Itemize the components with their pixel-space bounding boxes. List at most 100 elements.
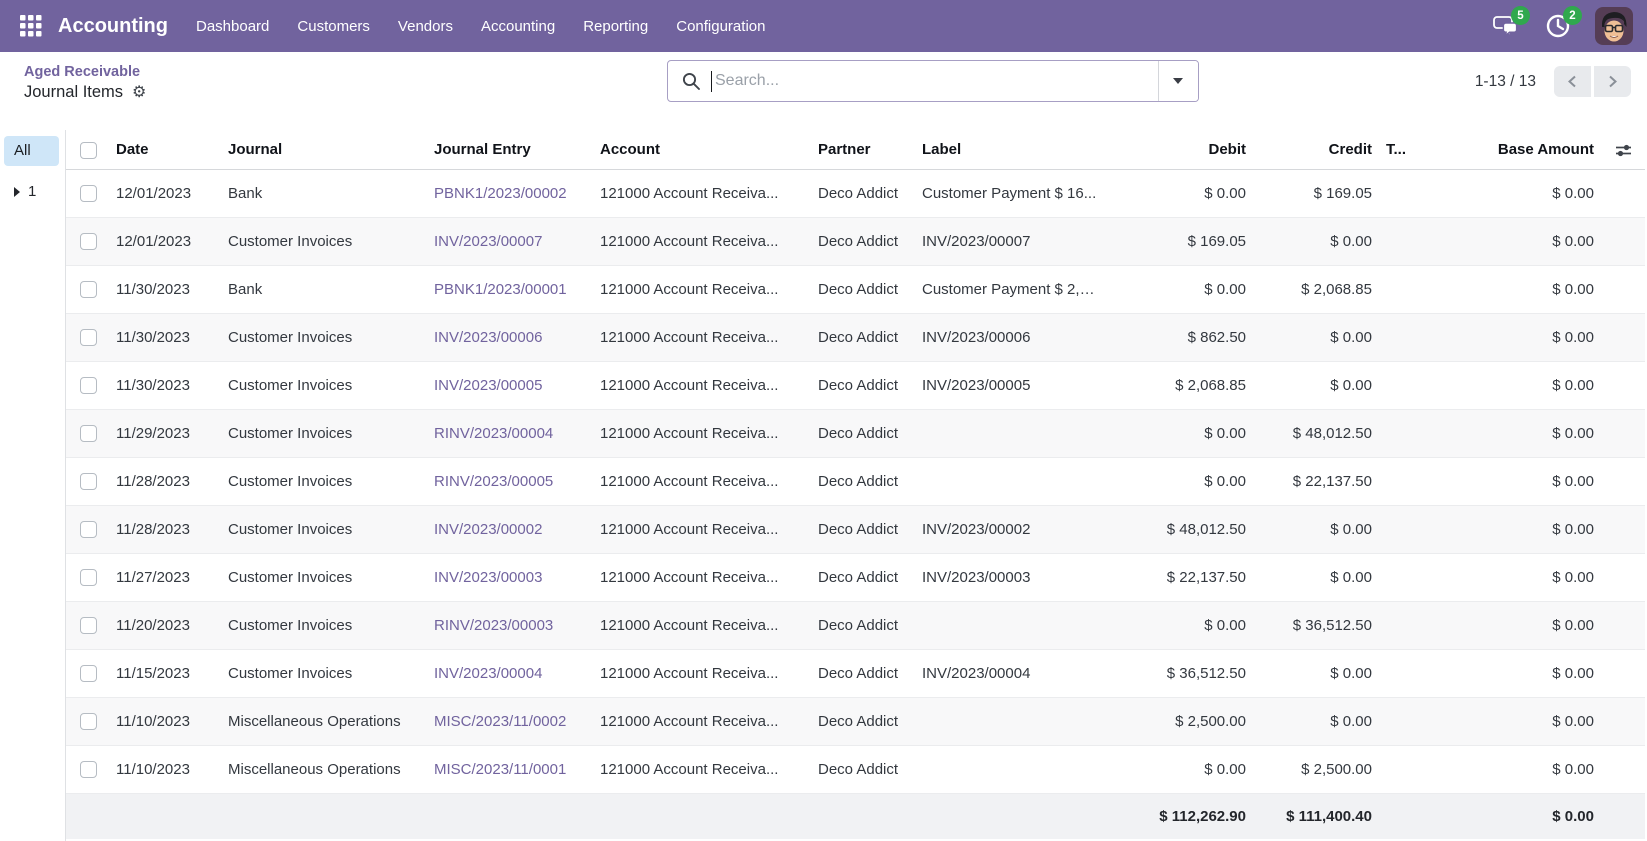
row-checkbox[interactable] [80,665,97,682]
filter-all[interactable]: All [4,136,59,166]
journal-item-row[interactable]: 11/30/2023 Bank PBNK1/2023/00001 121000 … [66,265,1645,313]
cell-tax [1380,505,1450,553]
journal-entry-link[interactable]: PBNK1/2023/00002 [434,185,567,202]
cell-journal: Customer Invoices [222,361,428,409]
cell-journal: Bank [222,169,428,217]
journal-entry-link[interactable]: INV/2023/00003 [434,569,542,586]
journal-item-row[interactable]: 11/20/2023 Customer Invoices RINV/2023/0… [66,601,1645,649]
journal-entry-link[interactable]: INV/2023/00004 [434,665,542,682]
cell-base-amount: $ 0.00 [1450,409,1602,457]
group-sidebar: All 1 [0,130,66,841]
group-toggle[interactable]: 1 [14,183,61,200]
total-debit: $ 112,262.90 [1104,793,1254,839]
cell-date: 11/29/2023 [110,409,222,457]
cell-credit: $ 0.00 [1254,361,1380,409]
journal-item-row[interactable]: 11/27/2023 Customer Invoices INV/2023/00… [66,553,1645,601]
column-header-account[interactable]: Account [594,130,812,169]
optional-columns-icon[interactable] [1615,142,1632,159]
nav-item-reporting[interactable]: Reporting [583,18,648,35]
cell-date: 11/20/2023 [110,601,222,649]
row-checkbox[interactable] [80,377,97,394]
cell-tax [1380,553,1450,601]
cell-base-amount: $ 0.00 [1450,553,1602,601]
journal-entry-link[interactable]: RINV/2023/00003 [434,617,553,634]
journal-entry-link[interactable]: RINV/2023/00004 [434,425,553,442]
nav-item-customers[interactable]: Customers [297,18,370,35]
column-header-base-amount[interactable]: Base Amount [1450,130,1602,169]
row-checkbox[interactable] [80,185,97,202]
nav-item-configuration[interactable]: Configuration [676,18,765,35]
cell-account: 121000 Account Receiva... [594,457,812,505]
journal-entry-link[interactable]: INV/2023/00007 [434,233,542,250]
journal-entry-link[interactable]: RINV/2023/00005 [434,473,553,490]
pager-previous-button[interactable] [1554,66,1591,97]
cell-credit: $ 0.00 [1254,505,1380,553]
journal-item-row[interactable]: 11/28/2023 Customer Invoices RINV/2023/0… [66,457,1645,505]
row-checkbox[interactable] [80,425,97,442]
journal-item-row[interactable]: 11/30/2023 Customer Invoices INV/2023/00… [66,361,1645,409]
row-checkbox[interactable] [80,617,97,634]
cell-journal: Customer Invoices [222,553,428,601]
nav-item-accounting[interactable]: Accounting [481,18,555,35]
control-panel: Aged Receivable Journal Items ⚙ [0,52,1647,116]
row-checkbox[interactable] [80,329,97,346]
journal-entry-link[interactable]: MISC/2023/11/0001 [434,761,566,778]
breadcrumb-parent-link[interactable]: Aged Receivable [24,64,140,80]
journal-item-row[interactable]: 12/01/2023 Customer Invoices INV/2023/00… [66,217,1645,265]
journal-entry-link[interactable]: INV/2023/00006 [434,329,542,346]
cell-partner: Deco Addict [812,265,916,313]
apps-menu-button[interactable] [14,9,48,43]
cell-partner: Deco Addict [812,745,916,793]
journal-item-row[interactable]: 11/10/2023 Miscellaneous Operations MISC… [66,697,1645,745]
row-checkbox[interactable] [80,521,97,538]
messages-button[interactable]: 5 [1491,11,1521,41]
row-checkbox[interactable] [80,233,97,250]
row-checkbox[interactable] [80,569,97,586]
cell-label [916,745,1104,793]
journal-item-row[interactable]: 11/10/2023 Miscellaneous Operations MISC… [66,745,1645,793]
column-header-date[interactable]: Date [110,130,222,169]
search-dropdown-toggle[interactable] [1158,61,1198,101]
column-header-tax-truncated[interactable]: T... [1380,130,1450,169]
nav-item-dashboard[interactable]: Dashboard [196,18,269,35]
cell-journal-entry: INV/2023/00005 [428,361,594,409]
journal-item-row[interactable]: 12/01/2023 Bank PBNK1/2023/00002 121000 … [66,169,1645,217]
search-input[interactable] [712,72,1158,90]
cell-debit: $ 0.00 [1104,457,1254,505]
column-header-credit[interactable]: Credit [1254,130,1380,169]
app-name[interactable]: Accounting [58,15,168,38]
select-all-checkbox[interactable] [80,142,97,159]
row-checkbox[interactable] [80,473,97,490]
odoo-accounting-screen: Accounting Dashboard Customers Vendors A… [0,0,1647,841]
cell-account: 121000 Account Receiva... [594,313,812,361]
journal-entry-link[interactable]: INV/2023/00002 [434,521,542,538]
cell-credit: $ 22,137.50 [1254,457,1380,505]
activities-button[interactable]: 2 [1543,11,1573,41]
nav-item-vendors[interactable]: Vendors [398,18,453,35]
cell-label: INV/2023/00003 [916,553,1104,601]
row-checkbox[interactable] [80,281,97,298]
column-header-journal-entry[interactable]: Journal Entry [428,130,594,169]
cell-label: INV/2023/00007 [916,217,1104,265]
journal-entry-link[interactable]: INV/2023/00005 [434,377,542,394]
column-header-debit[interactable]: Debit [1104,130,1254,169]
journal-entry-link[interactable]: MISC/2023/11/0002 [434,713,566,730]
user-avatar[interactable] [1595,7,1633,45]
column-header-label[interactable]: Label [916,130,1104,169]
cell-date: 11/30/2023 [110,361,222,409]
cell-journal-entry: INV/2023/00003 [428,553,594,601]
column-header-partner[interactable]: Partner [812,130,916,169]
cell-account: 121000 Account Receiva... [594,409,812,457]
row-checkbox[interactable] [80,713,97,730]
cell-journal-entry: INV/2023/00006 [428,313,594,361]
journal-item-row[interactable]: 11/30/2023 Customer Invoices INV/2023/00… [66,313,1645,361]
row-checkbox[interactable] [80,761,97,778]
journal-entry-link[interactable]: PBNK1/2023/00001 [434,281,567,298]
journal-item-row[interactable]: 11/29/2023 Customer Invoices RINV/2023/0… [66,409,1645,457]
pager-next-button[interactable] [1594,66,1631,97]
journal-item-row[interactable]: 11/28/2023 Customer Invoices INV/2023/00… [66,505,1645,553]
action-gear-icon[interactable]: ⚙ [132,85,146,101]
cell-credit: $ 0.00 [1254,649,1380,697]
journal-item-row[interactable]: 11/15/2023 Customer Invoices INV/2023/00… [66,649,1645,697]
column-header-journal[interactable]: Journal [222,130,428,169]
